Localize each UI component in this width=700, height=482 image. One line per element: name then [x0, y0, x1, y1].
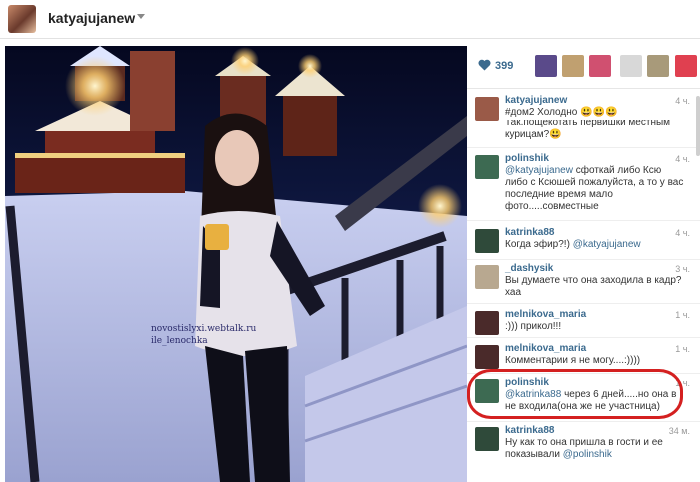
comment-item: katrinka88 34 м. Ну как то она пришла в …	[467, 423, 700, 467]
commenter-avatar[interactable]	[475, 155, 499, 179]
liker-avatar[interactable]	[675, 55, 697, 77]
comment-item: melnikova_maria 1 ч. :))) прикол!!!	[467, 307, 700, 341]
divider	[467, 303, 700, 304]
comment-time: 4 ч.	[675, 96, 690, 106]
comment-username[interactable]: polinshik	[505, 153, 549, 164]
post-photo[interactable]: novostislyxi.webtalk.ru ile_lenochka	[5, 46, 467, 482]
liker-avatar[interactable]	[620, 55, 642, 77]
comment-username[interactable]: katyajujanew	[505, 95, 567, 106]
photo-watermark: novostislyxi.webtalk.ru ile_lenochka	[151, 323, 256, 347]
top-bar: katyajujanew	[0, 0, 700, 39]
comment-time: 4 ч.	[675, 228, 690, 238]
comment-list[interactable]: katyajujanew 4 ч. #дом2 Холодно 😃😃😃 Так.…	[467, 89, 700, 482]
mention-link[interactable]: @katyajujanew	[573, 239, 641, 250]
divider	[467, 337, 700, 338]
scrollbar[interactable]	[696, 96, 700, 156]
comment-time: 4 ч.	[675, 154, 690, 164]
comment-item: _dashysik 3 ч. Вы думаете что она заходи…	[467, 261, 700, 305]
watermark-line-2: ile_lenochka	[151, 336, 208, 346]
comment-item: katyajujanew 4 ч. #дом2 Холодно 😃😃😃	[467, 93, 700, 121]
comment-username[interactable]: katrinka88	[505, 227, 554, 238]
commenter-avatar[interactable]	[475, 311, 499, 335]
comment-time: 1 ч.	[675, 344, 690, 354]
like-count[interactable]: 399	[495, 60, 513, 72]
comment-body: Когда эфир?!)	[505, 239, 573, 250]
liker-avatar[interactable]	[535, 55, 557, 77]
comment-username[interactable]: katrinka88	[505, 425, 554, 436]
commenter-avatar[interactable]	[475, 229, 499, 253]
comment-item: polinshik 4 ч. @katyajujanew сфоткай либ…	[467, 151, 700, 217]
comment-time: 1 ч.	[675, 310, 690, 320]
liker-avatar[interactable]	[647, 55, 669, 77]
divider	[467, 147, 700, 148]
header-username[interactable]: katyajujanew	[48, 10, 135, 26]
comment-item: Так.пощекотать первишки местным курицам?…	[467, 120, 700, 144]
comment-text: #дом2 Холодно 😃😃😃	[505, 107, 618, 118]
comment-username[interactable]: _dashysik	[505, 263, 553, 274]
mention-link[interactable]: @katyajujanew	[505, 165, 573, 176]
commenter-avatar[interactable]	[475, 265, 499, 289]
user-avatar[interactable]	[8, 5, 36, 33]
watermark-line-1: novostislyxi.webtalk.ru	[151, 324, 257, 334]
likes-row: 399	[467, 46, 700, 89]
comment-text-partial: Так.пощекотать первишки местным курицам?…	[505, 120, 671, 140]
commenter-avatar[interactable]	[475, 97, 499, 121]
comment-username[interactable]: melnikova_maria	[505, 343, 586, 354]
commenter-avatar[interactable]	[475, 427, 499, 451]
divider	[467, 220, 700, 221]
comment-item: katrinka88 4 ч. Когда эфир?!) @katyajuja…	[467, 225, 700, 257]
comment-text: Ну как то она пришла в гости и ее показы…	[505, 437, 685, 461]
liker-avatar[interactable]	[562, 55, 584, 77]
photo-scene	[5, 46, 467, 482]
comment-time: 34 м.	[668, 426, 690, 436]
highlight-circle	[467, 369, 683, 419]
divider	[467, 421, 700, 422]
mention-link[interactable]: @polinshik	[563, 449, 612, 460]
comment-username[interactable]: melnikova_maria	[505, 309, 586, 320]
liker-avatar[interactable]	[589, 55, 611, 77]
heart-icon[interactable]	[478, 59, 491, 71]
comment-text: Комментарии я не могу....:))))	[505, 355, 641, 366]
comment-time: 3 ч.	[675, 264, 690, 274]
comment-text: Вы думаете что она заходила в кадр?хаа	[505, 275, 682, 298]
comment-text: :))) прикол!!!	[505, 321, 562, 332]
comment-text: Когда эфир?!) @katyajujanew	[505, 239, 685, 251]
chevron-down-icon[interactable]	[137, 14, 145, 19]
commenter-avatar[interactable]	[475, 345, 499, 369]
comment-text: @katyajujanew сфоткай либо Ксю либо с Кс…	[505, 165, 685, 213]
divider	[467, 259, 700, 260]
